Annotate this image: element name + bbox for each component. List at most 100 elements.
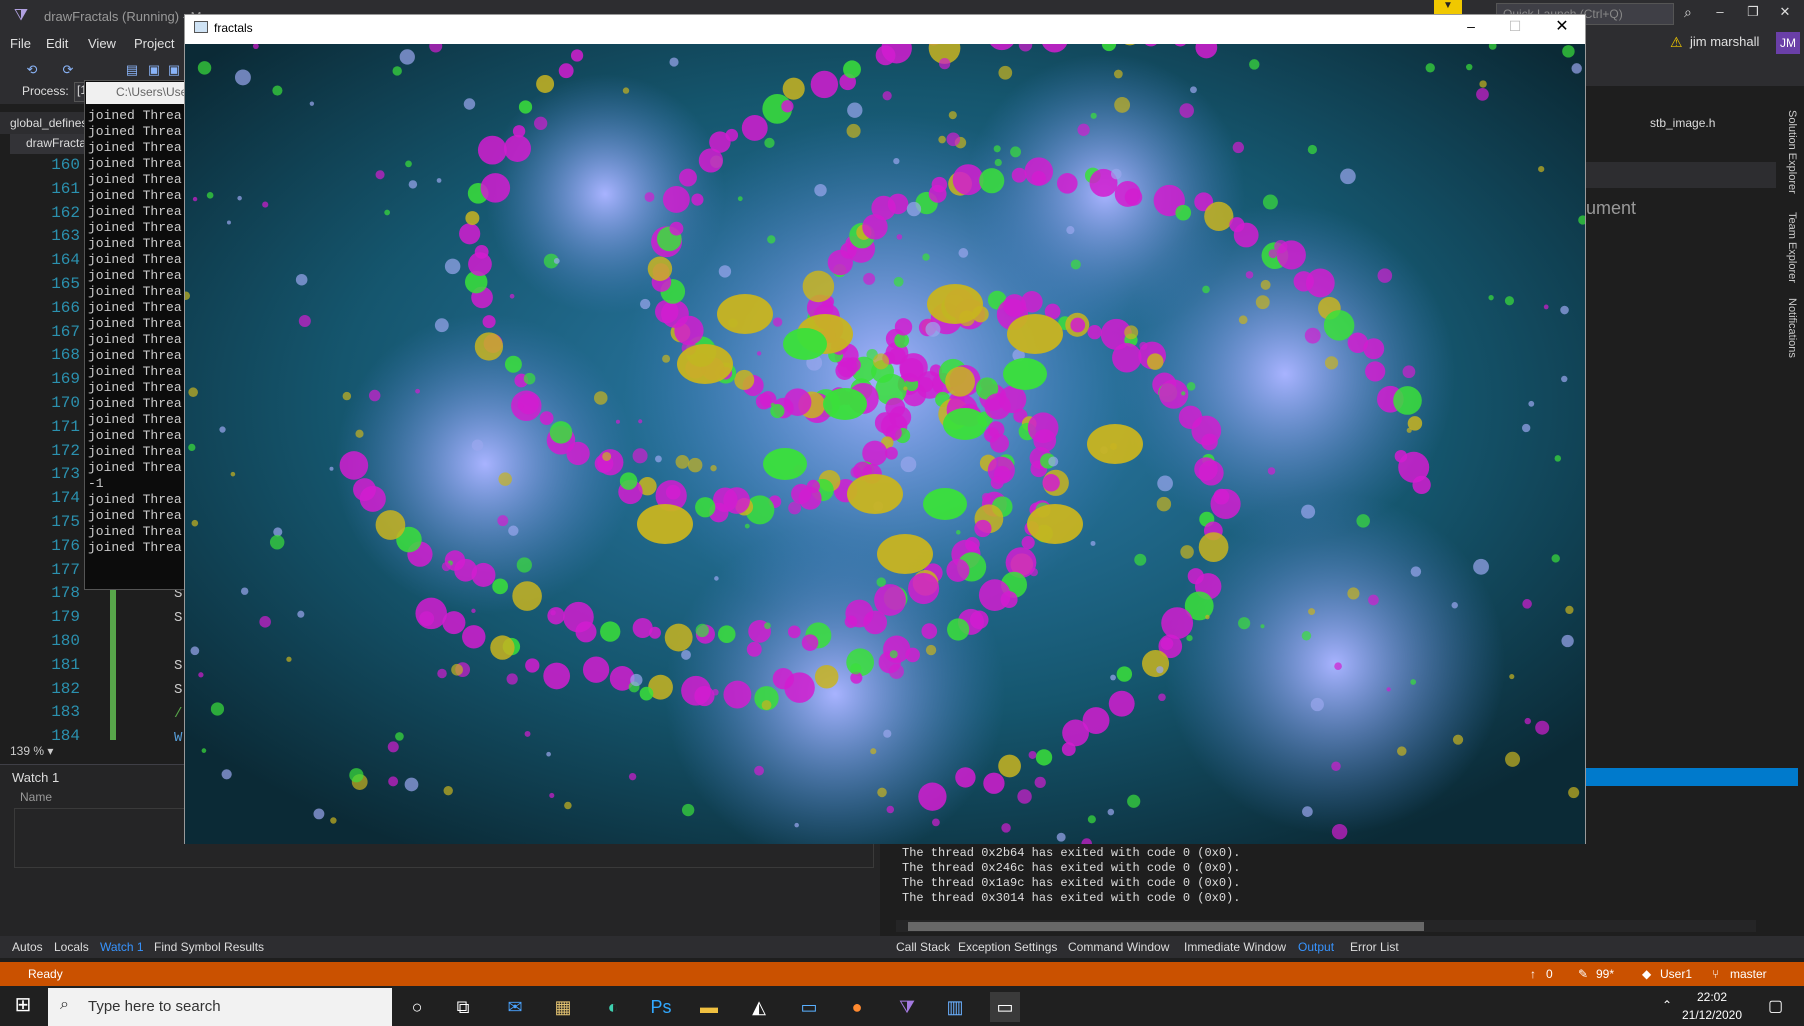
menu-edit[interactable]: Edit [46, 36, 68, 51]
fractals-app-icon[interactable]: ▭ [990, 992, 1020, 1022]
windows-start-icon[interactable]: ⊞ [8, 992, 38, 1022]
tab-output[interactable]: Output [1298, 940, 1334, 954]
tab-notifications[interactable]: Notifications [1778, 298, 1798, 358]
open-folder-icon[interactable]: ▤ [124, 62, 140, 78]
tab-find-symbol-results[interactable]: Find Symbol Results [154, 940, 264, 954]
photoshop-icon[interactable]: Ps [646, 992, 676, 1022]
fractal-blob [477, 135, 507, 165]
avatar[interactable]: JM [1776, 32, 1800, 54]
tab-solution-explorer[interactable]: Solution Explorer [1778, 110, 1798, 194]
tab-locals[interactable]: Locals [54, 940, 89, 954]
firefox-icon[interactable]: ● [842, 992, 872, 1022]
back-icon[interactable]: ⟲ [24, 62, 40, 78]
user-name[interactable]: jim marshall [1690, 34, 1759, 49]
fractal-blob [269, 535, 285, 550]
maximize-button[interactable]: ☐ [1504, 18, 1526, 35]
cortana-icon[interactable]: ○ [402, 992, 432, 1022]
save-all-icon[interactable]: ▣ [166, 62, 182, 78]
search-icon[interactable]: ⌕ [1684, 4, 1704, 24]
watch-name-column[interactable]: Name [20, 790, 52, 804]
zoom-value: 139 % [10, 744, 45, 758]
menu-project[interactable]: Project [134, 36, 174, 51]
fractal-blob [1034, 776, 1046, 789]
edge-icon[interactable]: ◐ [598, 992, 628, 1022]
notifications-icon[interactable]: ▢ [1768, 996, 1783, 1016]
fractal-blob [564, 801, 572, 810]
console-title[interactable]: C:\Users\Use [86, 82, 200, 104]
pencil-icon[interactable]: ✎ [1578, 967, 1588, 981]
fractal-blob [546, 751, 551, 757]
fractal-canvas[interactable] [185, 44, 1585, 844]
branch-icon[interactable]: ⑂ [1712, 967, 1719, 981]
fractal-blob [459, 223, 481, 245]
console-line: joined Threa [88, 316, 182, 331]
store-icon[interactable]: ▦ [548, 992, 578, 1022]
line-number: 173 [51, 465, 80, 484]
console-line: joined Threa [88, 140, 182, 155]
minimize-button[interactable]: – [1460, 18, 1482, 34]
fractal-blob [191, 519, 199, 527]
close-button[interactable]: ✕ [1550, 16, 1574, 36]
fractal-blob [781, 100, 794, 113]
fractals-title-bar[interactable] [185, 15, 1585, 44]
status-branch[interactable]: master [1730, 967, 1767, 981]
fractal-blob [1377, 268, 1393, 283]
menu-view[interactable]: View [88, 36, 116, 51]
tab-immediate-window[interactable]: Immediate Window [1184, 940, 1286, 954]
status-user[interactable]: User1 [1660, 967, 1692, 981]
warning-icon: ⚠ [1670, 34, 1683, 50]
calculator-icon[interactable]: ▥ [940, 992, 970, 1022]
clock[interactable]: 22:02 21/12/2020 [1656, 988, 1768, 1024]
fractal-blob [198, 672, 204, 678]
tab-autos[interactable]: Autos [12, 940, 43, 954]
fractal-blob [647, 256, 673, 281]
scrollbar-thumb[interactable] [908, 922, 1424, 931]
up-arrow-icon[interactable]: ↑ [1530, 967, 1536, 981]
fractal-blob [714, 576, 719, 581]
tab-call-stack[interactable]: Call Stack [896, 940, 950, 954]
tab-command-window[interactable]: Command Window [1068, 940, 1169, 954]
fractal-blob [384, 209, 391, 216]
fractal-blob [1210, 488, 1241, 520]
minimize-button[interactable]: – [1708, 4, 1732, 26]
close-button[interactable]: ✕ [1773, 4, 1797, 26]
tab-team-explorer[interactable]: Team Explorer [1778, 212, 1798, 283]
fractal-blob [539, 411, 554, 425]
file-explorer-icon[interactable]: ▬ [694, 992, 724, 1022]
fractal-blob [847, 474, 903, 514]
mail-icon[interactable]: ✉ [500, 992, 530, 1022]
fractal-blob [814, 664, 839, 689]
fractal-blob [893, 276, 904, 287]
visual-studio-icon[interactable]: ⧩ [892, 992, 922, 1022]
task-view-icon[interactable]: ⧉ [448, 992, 478, 1022]
repo-icon[interactable]: ◆ [1642, 967, 1651, 981]
fractal-blob [1412, 475, 1431, 495]
zoom-level-select[interactable]: 139 % ▾ [10, 744, 53, 758]
maximize-button[interactable]: ❐ [1741, 4, 1765, 26]
fractal-blob [570, 49, 584, 62]
remote-desktop-icon[interactable]: ▭ [794, 992, 824, 1022]
status-changes[interactable]: 99* [1596, 967, 1614, 981]
search-input[interactable]: Type here to search [48, 988, 392, 1026]
fractal-blob [1562, 45, 1575, 58]
document-dropdown[interactable]: ument [1586, 198, 1636, 219]
menu-file[interactable]: File [10, 36, 31, 51]
line-number: 181 [51, 655, 80, 674]
fractal-blob [990, 433, 1010, 453]
fractal-blob [1571, 63, 1582, 74]
tab-error-list[interactable]: Error List [1350, 940, 1399, 954]
save-icon[interactable]: ▣ [146, 62, 162, 78]
fractal-blob [1232, 141, 1245, 154]
forward-icon[interactable]: ⟳ [60, 62, 76, 78]
fractal-blob [1304, 327, 1321, 344]
status-errors[interactable]: 0 [1546, 967, 1553, 981]
tab-watch-1[interactable]: Watch 1 [100, 940, 144, 954]
fractal-blob [794, 822, 799, 828]
tab-stb-image[interactable]: stb_image.h [1650, 116, 1715, 130]
fractal-blob [1028, 750, 1037, 759]
fractal-blob [877, 534, 933, 574]
fractal-blob [342, 391, 352, 401]
fractal-blob [1356, 514, 1370, 528]
unity-icon[interactable]: ◭ [744, 992, 774, 1022]
tab-exception-settings[interactable]: Exception Settings [958, 940, 1057, 954]
